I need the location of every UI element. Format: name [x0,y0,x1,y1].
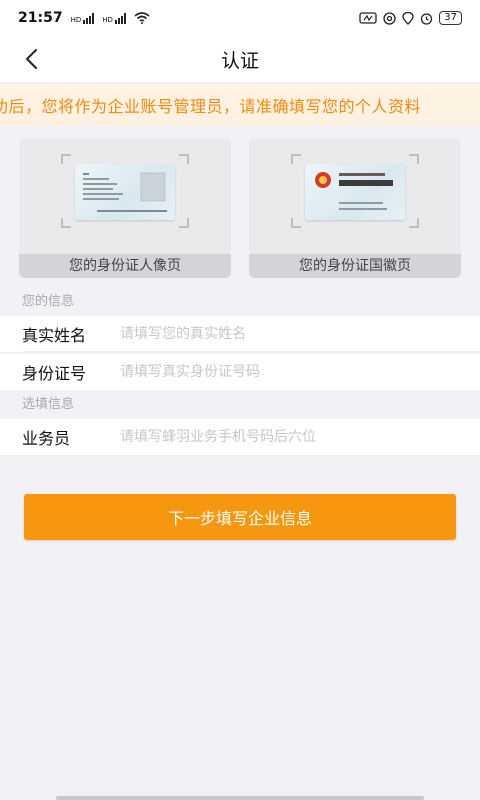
signal-label-2: HD [102,15,113,24]
back-button[interactable] [14,42,48,76]
status-right: 37 [359,11,462,25]
salesperson-label: 业务员 [22,429,71,448]
next-step-button[interactable]: 下一步填写企业信息 [24,494,456,540]
salesperson-row: 业务员 [0,419,480,455]
id-card-front-caption: 您的身份证人像页 [19,254,231,278]
status-left: 21:57 HD HD [18,10,150,26]
id-card-portrait-image [75,164,175,220]
id-number-row: 身份证号 [0,354,480,390]
id-card-back-upload[interactable]: 您的身份证国徽页 [249,138,461,278]
id-card-back-caption: 您的身份证国徽页 [249,254,461,278]
scan-frame [61,154,189,228]
chevron-left-icon [26,49,37,69]
salesperson-input[interactable] [120,429,450,445]
id-card-portrait-sample [83,172,167,212]
section-title-your-info: 您的信息 [22,294,75,309]
id-number-label: 身份证号 [22,364,87,383]
row-divider [22,351,480,352]
signal-label: HD [70,15,82,24]
signal-icon-2: HD [102,12,126,24]
alarm-icon [421,12,433,25]
nfc-icon [359,12,377,24]
status-time: 21:57 [18,10,63,26]
at-icon [383,11,396,25]
real-name-input[interactable] [120,326,450,342]
section-title-optional-info: 选填信息 [22,397,75,412]
id-card-emblem-sample [315,172,393,210]
location-icon [402,11,414,25]
id-card-front-upload[interactable]: 您的身份证人像页 [19,138,231,278]
notice-text: 功后，您将作为企业账号管理员，请准确填写您的个人资料 [0,97,422,116]
nav-bar: 认证 [0,36,480,82]
real-name-label: 真实姓名 [22,326,87,345]
status-bar: 21:57 HD HD 37 [0,0,480,36]
scan-frame [291,154,419,228]
wifi-icon [134,12,150,24]
notice-banner: 功后，您将作为企业账号管理员，请准确填写您的个人资料 [0,84,480,126]
battery-indicator: 37 [439,11,462,25]
page-title: 认证 [220,49,259,72]
id-number-input[interactable] [120,364,450,380]
id-card-emblem-image [305,164,405,220]
signal-icon: HD [70,12,95,24]
real-name-row: 真实姓名 [0,316,480,352]
home-indicator [56,796,424,800]
